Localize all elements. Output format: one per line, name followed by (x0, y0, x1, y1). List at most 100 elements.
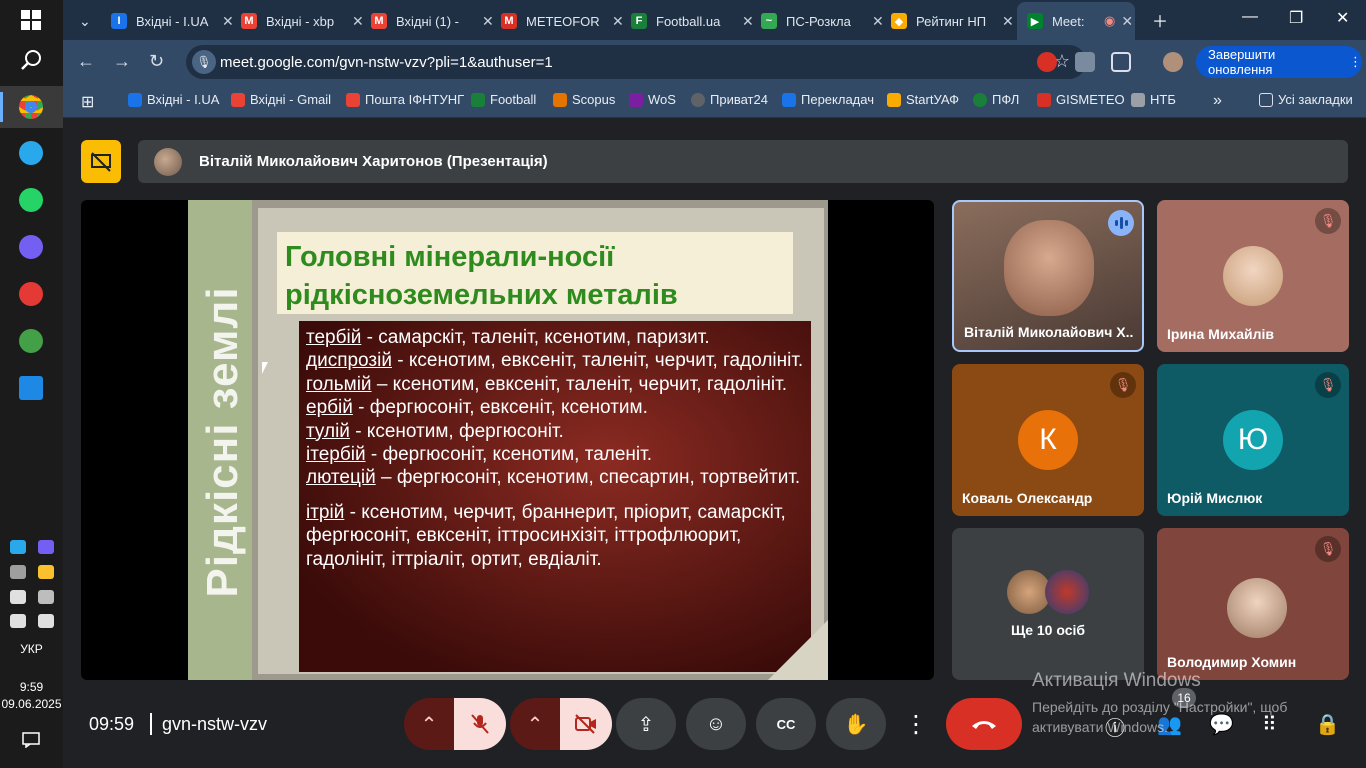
captions-button[interactable]: CC (756, 698, 816, 750)
tab-7[interactable]: ◆ Рейтинг НП ✕ (881, 6, 1014, 36)
bookmark-item[interactable]: Перекладач (782, 92, 874, 107)
url-text[interactable]: meet.google.com/gvn-nstw-vzv?pli=1&authu… (220, 54, 553, 71)
meteofor-favicon: M (501, 13, 517, 29)
presentation-icon[interactable] (81, 140, 121, 183)
bookmark-item[interactable]: WoS (629, 92, 676, 107)
telegram-tray-icon[interactable] (10, 540, 26, 554)
update-button[interactable]: Завершити оновлення ⋮ (1196, 46, 1362, 78)
bookmark-item[interactable]: НТБ (1131, 92, 1176, 107)
meeting-code[interactable]: gvn-nstw-vzv (162, 714, 267, 735)
telegram-icon[interactable] (11, 135, 51, 171)
profile-avatar[interactable] (1163, 52, 1183, 72)
viber-icon[interactable] (11, 229, 51, 265)
tab-2[interactable]: M Вхідні - xbp ✕ (231, 6, 364, 36)
slide-line: ітрій - ксенотим, черчит, браннерит, прі… (306, 501, 786, 570)
speaker-icon[interactable] (10, 614, 26, 628)
screen: УКР 9:59 09.06.2025 ⌄ I Вхідні - I.UA ✕ MВ… (0, 0, 1366, 768)
wifi-icon[interactable] (38, 590, 54, 604)
whatsapp-icon[interactable] (11, 182, 51, 218)
search-icon[interactable] (11, 42, 51, 78)
taskbar-time[interactable]: 9:59 (0, 680, 63, 694)
participant-tile[interactable]: 🎙︎ Ірина Михайлів (1157, 200, 1349, 352)
participant-tile-speaking[interactable]: Віталій Миколайович Х... (952, 200, 1144, 352)
all-bookmarks[interactable]: Усі закладки (1259, 92, 1353, 107)
viber-tray-icon[interactable] (38, 540, 54, 554)
close-window-icon[interactable]: ✕ (1336, 8, 1349, 28)
video-options-chevron-icon[interactable]: ⌃ (510, 698, 560, 750)
participant-tile[interactable]: Ю 🎙︎ Юрій Мислюк (1157, 364, 1349, 516)
privat24-favicon (691, 92, 705, 107)
taskbar-date[interactable]: 09.06.2025 (0, 697, 63, 711)
audio-options-chevron-icon[interactable]: ⌃ (404, 698, 454, 750)
slide-side-title: Рідкісні землі (198, 286, 247, 598)
gmail-favicon: M (241, 13, 257, 29)
extension-off-icon[interactable] (1075, 52, 1095, 72)
language-indicator[interactable]: УКР (0, 642, 63, 656)
adblock-extension-icon[interactable] (1037, 52, 1057, 72)
raise-hand-button[interactable]: ✋ (826, 698, 886, 750)
emoji-reaction-button[interactable]: ☺ (686, 698, 746, 750)
tab-search-button[interactable]: ⌄ (69, 6, 103, 36)
tray-row-2 (10, 565, 54, 579)
notifications-icon[interactable] (11, 722, 51, 758)
close-icon[interactable]: ✕ (1121, 13, 1133, 30)
tab-5[interactable]: F Football.ua ✕ (621, 6, 754, 36)
apps-grid-icon[interactable]: ⊞ (81, 92, 94, 112)
mouse-cursor (262, 362, 268, 374)
back-icon[interactable]: ← (77, 51, 95, 72)
participant-video (1004, 220, 1094, 316)
participant-tile[interactable]: 🎙︎ Володимир Хомин (1157, 528, 1349, 680)
more-participants-label: Ще 10 осіб (1010, 622, 1086, 638)
participant-initial: К (1018, 410, 1078, 470)
divider (150, 713, 152, 735)
screen-recorder-icon[interactable] (11, 276, 51, 312)
reload-icon[interactable]: ↻ (149, 51, 164, 72)
chrome-icon[interactable] (11, 89, 51, 125)
bookmark-item[interactable]: Scopus (553, 92, 615, 107)
bookmark-item[interactable]: Пошта ІФНТУНГ (346, 92, 464, 107)
extensions-puzzle-icon[interactable] (1111, 52, 1131, 72)
mic-off-button[interactable] (454, 698, 506, 750)
slide-line: ітербій - фергюсоніт, ксенотим, таленіт. (306, 444, 653, 466)
camera-off-button[interactable] (560, 698, 612, 750)
bookmark-item[interactable]: Приват24 (691, 92, 768, 107)
participant-tile-more[interactable]: Ще 10 осіб (952, 528, 1144, 680)
restore-icon[interactable]: ❐ (1289, 8, 1303, 28)
new-tab-icon[interactable]: ＋ (1152, 8, 1168, 32)
bookmark-item[interactable]: StartУАФ (887, 92, 959, 107)
participant-tile[interactable]: К 🎙︎ Коваль Олександр (952, 364, 1144, 516)
gmail-favicon (346, 92, 360, 107)
more-options-icon[interactable]: ⋮ (896, 698, 936, 750)
display-tray-icon[interactable] (10, 565, 26, 579)
slide-line: тулій - ксенотим, фергюсоніт. (306, 420, 564, 442)
translate-favicon (782, 92, 796, 107)
battery-icon[interactable] (10, 590, 26, 604)
close-icon[interactable]: ✕ (1002, 13, 1014, 30)
app-green-icon[interactable] (11, 323, 51, 359)
forward-icon[interactable]: → (113, 51, 131, 72)
windows-start-icon[interactable] (11, 2, 51, 38)
bookmark-item[interactable]: GISMETEO (1037, 92, 1125, 107)
bookmark-item[interactable]: Football (471, 92, 536, 107)
tab-1[interactable]: I Вхідні - I.UA ✕ (101, 6, 234, 36)
tab-4[interactable]: M METEOFOR ✕ (491, 6, 624, 36)
tab-meet-active[interactable]: ▶ Meet: ◉ ✕ (1017, 2, 1135, 40)
bookmark-item[interactable]: Вхідні - I.UA (128, 92, 219, 107)
security-tray-icon[interactable] (38, 565, 54, 579)
slide-side-band: Рідкісні землі (188, 200, 252, 680)
microphone-icon[interactable] (38, 614, 54, 628)
tab-6[interactable]: ~ ПС-Розкла ✕ (751, 6, 884, 36)
address-bar[interactable]: 🎙 meet.google.com/gvn-nstw-vzv?pli=1&aut… (186, 45, 1086, 79)
microphone-site-icon[interactable]: 🎙 (192, 50, 216, 74)
tab-3[interactable]: M Вхідні (1) - ✕ (361, 6, 494, 36)
present-screen-button[interactable]: ⇪ (616, 698, 676, 750)
bookmark-item[interactable]: ПФЛ (973, 92, 1019, 107)
football-favicon: F (631, 13, 647, 29)
save-floppy-icon[interactable] (11, 370, 51, 406)
leave-call-button[interactable] (946, 698, 1022, 750)
bookmark-item[interactable]: Вхідні - Gmail (231, 92, 331, 107)
more-bookmarks-icon[interactable]: » (1213, 92, 1222, 110)
football-favicon (471, 92, 485, 107)
minimize-icon[interactable]: — (1242, 8, 1258, 26)
slide-page-curl (768, 620, 828, 680)
